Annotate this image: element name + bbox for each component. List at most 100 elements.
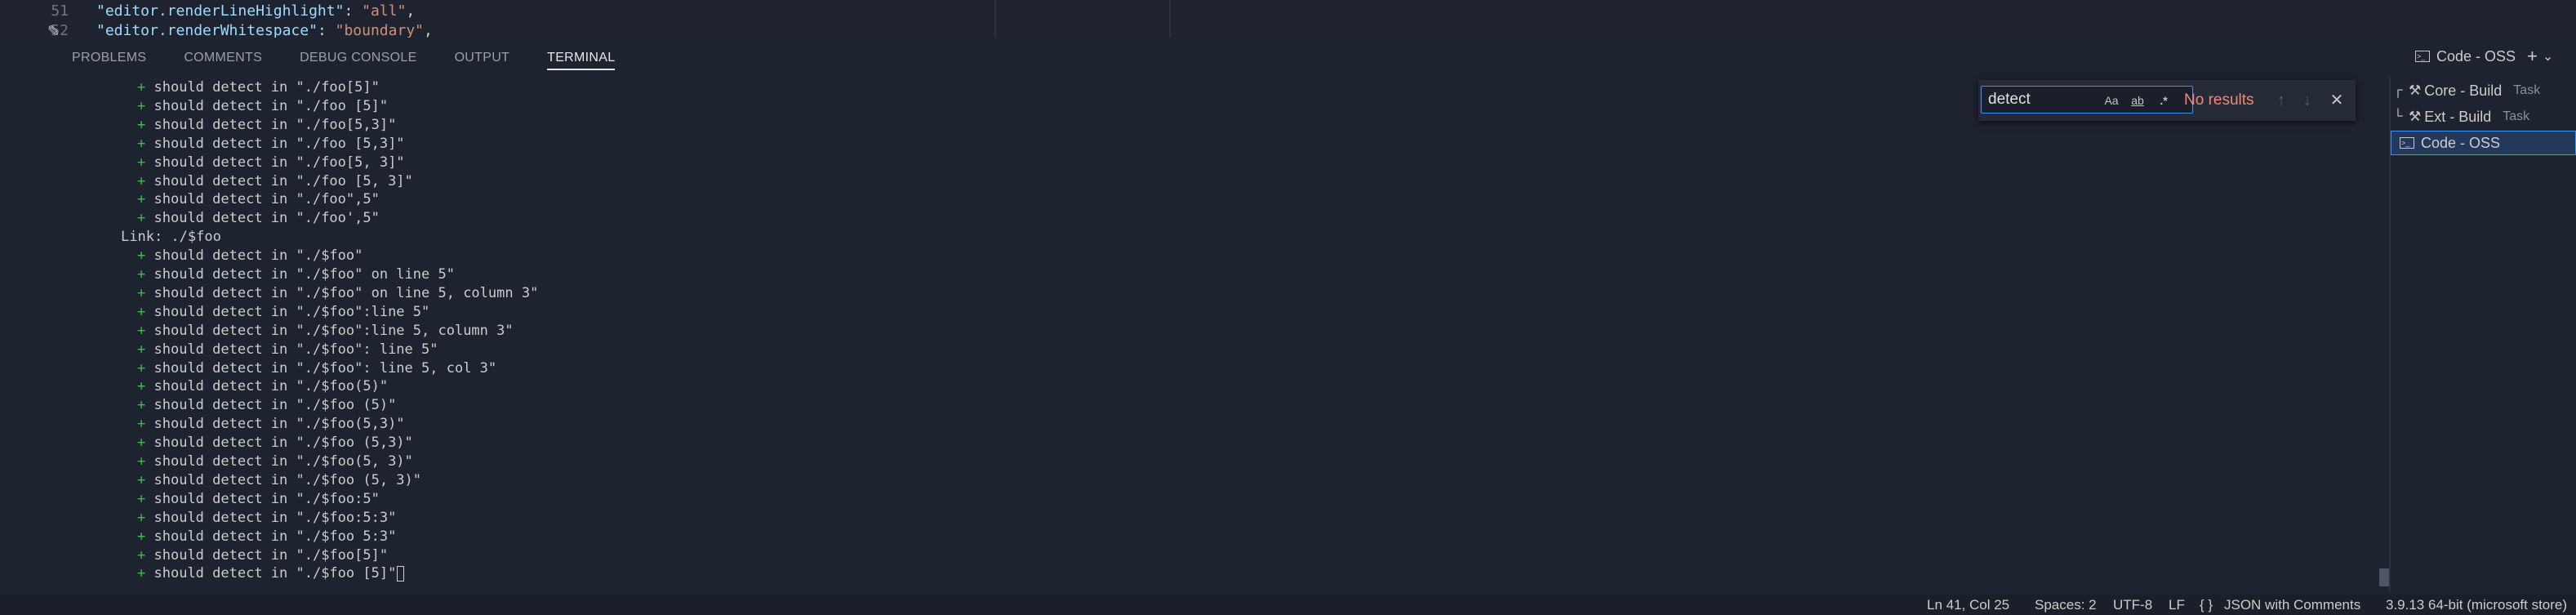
pass-marker: + [137, 135, 146, 152]
status-bar: Ln 41, Col 25 Spaces: 2 UTF-8 LF { } JSO… [0, 595, 2576, 615]
terminal-line-text: should detect in "./$foo 5:3" [153, 528, 397, 545]
pass-marker: + [137, 416, 146, 433]
terminal-line-text: should detect in "./foo",5" [153, 191, 380, 208]
terminal-line-text: should detect in "./$foo(5,3)" [153, 416, 405, 433]
arrow-down-icon[interactable]: ↓ [2297, 90, 2318, 111]
terminal-line-text: should detect in "./$foo": line 5, col 3… [153, 359, 497, 377]
status-encoding[interactable]: UTF-8 [2113, 595, 2152, 615]
tools-icon: ⚒ [2409, 82, 2422, 98]
status-language-mode[interactable]: JSON with Comments [2224, 595, 2360, 615]
terminal-tab-ext-build[interactable]: └ ⚒ Ext - Build Task [2391, 105, 2576, 129]
pass-marker: + [137, 210, 146, 227]
terminal-heading-text: Link: ./$foo [121, 229, 221, 246]
pass-marker: + [137, 490, 146, 507]
json-value: "all" [362, 2, 407, 20]
terminal-line-text: should detect in "./$foo":line 5" [153, 303, 430, 320]
pass-marker: + [137, 546, 146, 564]
terminal-scrollbar-thumb[interactable] [2379, 568, 2389, 586]
column-guide [1169, 0, 1171, 38]
terminal-line-text: should detect in "./foo [5]" [153, 97, 389, 114]
terminal-line-text: should detect in "./foo[5, 3]" [153, 154, 405, 171]
terminal-line: + should detect in "./$foo:5" [137, 490, 380, 509]
editor-line[interactable]: 51 "editor.renderLineHighlight" : "all" … [0, 0, 415, 21]
pass-marker: + [137, 116, 146, 133]
terminal-tab-code-oss[interactable]: >_ Code - OSS [2391, 131, 2576, 155]
regex-toggle[interactable]: .* [2152, 91, 2175, 109]
terminal-line: + should detect in "./$foo(5)" [137, 377, 388, 396]
terminal-line-text: should detect in "./foo[5]" [153, 79, 380, 96]
whole-word-toggle[interactable]: ab [2126, 91, 2149, 109]
terminal-tab-label: Ext - Build [2424, 108, 2492, 125]
editor-line[interactable]: 52 "editor.renderWhitespace" : "boundary… [0, 20, 433, 38]
terminal-line: + should detect in "./foo',5" [137, 209, 380, 228]
close-icon[interactable]: ✕ [2326, 90, 2347, 111]
pass-marker: + [137, 435, 146, 452]
status-indentation[interactable]: Spaces: 2 [2035, 595, 2097, 615]
match-case-toggle[interactable]: Aa [2100, 91, 2123, 109]
status-eol[interactable]: LF [2169, 595, 2185, 615]
terminal-line-text: should detect in "./$foo":line 5, column… [153, 322, 514, 339]
terminal-output[interactable]: + should detect in "./foo[5]" + should de… [0, 78, 2372, 593]
editor-area[interactable]: 51 "editor.renderLineHighlight" : "all" … [0, 0, 2576, 38]
arrow-up-icon[interactable]: ↑ [2271, 90, 2292, 111]
chevron-down-icon[interactable]: ⌄ [2543, 48, 2553, 65]
terminal-line: + should detect in "./$foo (5, 3)" [137, 471, 421, 490]
terminal-line-text: should detect in "./$foo(5, 3)" [153, 453, 413, 470]
terminal-line: + should detect in "./foo[5,3]" [137, 116, 396, 135]
terminal-line-text: should detect in "./$foo:5:3" [153, 509, 397, 526]
pass-marker: + [137, 191, 146, 208]
terminal-line-text: should detect in "./$foo [5]" [153, 565, 397, 582]
json-comma: , [406, 2, 416, 20]
tab-terminal[interactable]: TERMINAL [547, 42, 616, 74]
pass-marker: + [137, 341, 146, 358]
tab-debug-console[interactable]: DEBUG CONSOLE [300, 42, 417, 74]
terminal-line-text: should detect in "./foo',5" [153, 210, 380, 227]
status-cursor-position[interactable]: Ln 41, Col 25 [1927, 595, 2009, 615]
terminal-line: + should detect in "./$foo(5,3)" [137, 415, 405, 434]
json-key: "editor.renderLineHighlight" [96, 2, 345, 20]
active-terminal-title[interactable]: Code - OSS [2436, 48, 2516, 65]
terminal-icon: >_ [2400, 137, 2414, 149]
pass-marker: + [137, 172, 146, 189]
find-result-status: No results [2184, 91, 2254, 109]
terminal-heading-line: Link: ./$foo [121, 228, 221, 247]
terminal-line: + should detect in "./$foo":line 5, colu… [137, 322, 514, 341]
terminal-line: + should detect in "./foo [5,3]" [137, 135, 405, 154]
terminal-icon: >_ [2415, 51, 2430, 62]
tab-output[interactable]: OUTPUT [455, 42, 510, 74]
find-input[interactable] [1988, 90, 2093, 109]
terminal-line: + should detect in "./foo [5]" [137, 97, 388, 116]
plus-icon[interactable]: + [2527, 46, 2538, 67]
json-colon: : [317, 21, 336, 38]
terminal-line: + should detect in "./$foo (5,3)" [137, 434, 413, 452]
terminal-line: + should detect in "./foo[5]" [137, 78, 380, 97]
pass-marker: + [137, 453, 146, 470]
terminal-tab-core-build[interactable]: ┌ ⚒ Core - Build Task [2391, 78, 2576, 103]
pencil-icon[interactable]: ✎ [47, 23, 60, 38]
pass-marker: + [137, 303, 146, 320]
terminal-panel-header: >_ Code - OSS + ⌄ [2407, 44, 2553, 69]
find-input-box[interactable]: Aa ab .* [1981, 86, 2193, 114]
terminal-line: + should detect in "./$foo" on line 5, c… [137, 284, 538, 303]
status-python-interpreter[interactable]: 3.9.13 64-bit (microsoft store) [2386, 595, 2567, 615]
terminal-line-text: should detect in "./$foo[5]" [153, 546, 389, 564]
json-value: "boundary" [335, 21, 424, 38]
tab-problems[interactable]: PROBLEMS [72, 42, 146, 74]
terminal-line-text: should detect in "./$foo (5)" [153, 397, 397, 414]
tab-comments[interactable]: COMMENTS [184, 42, 262, 74]
terminal-line-text: should detect in "./$foo (5, 3)" [153, 471, 422, 488]
terminal-cursor [397, 565, 405, 582]
